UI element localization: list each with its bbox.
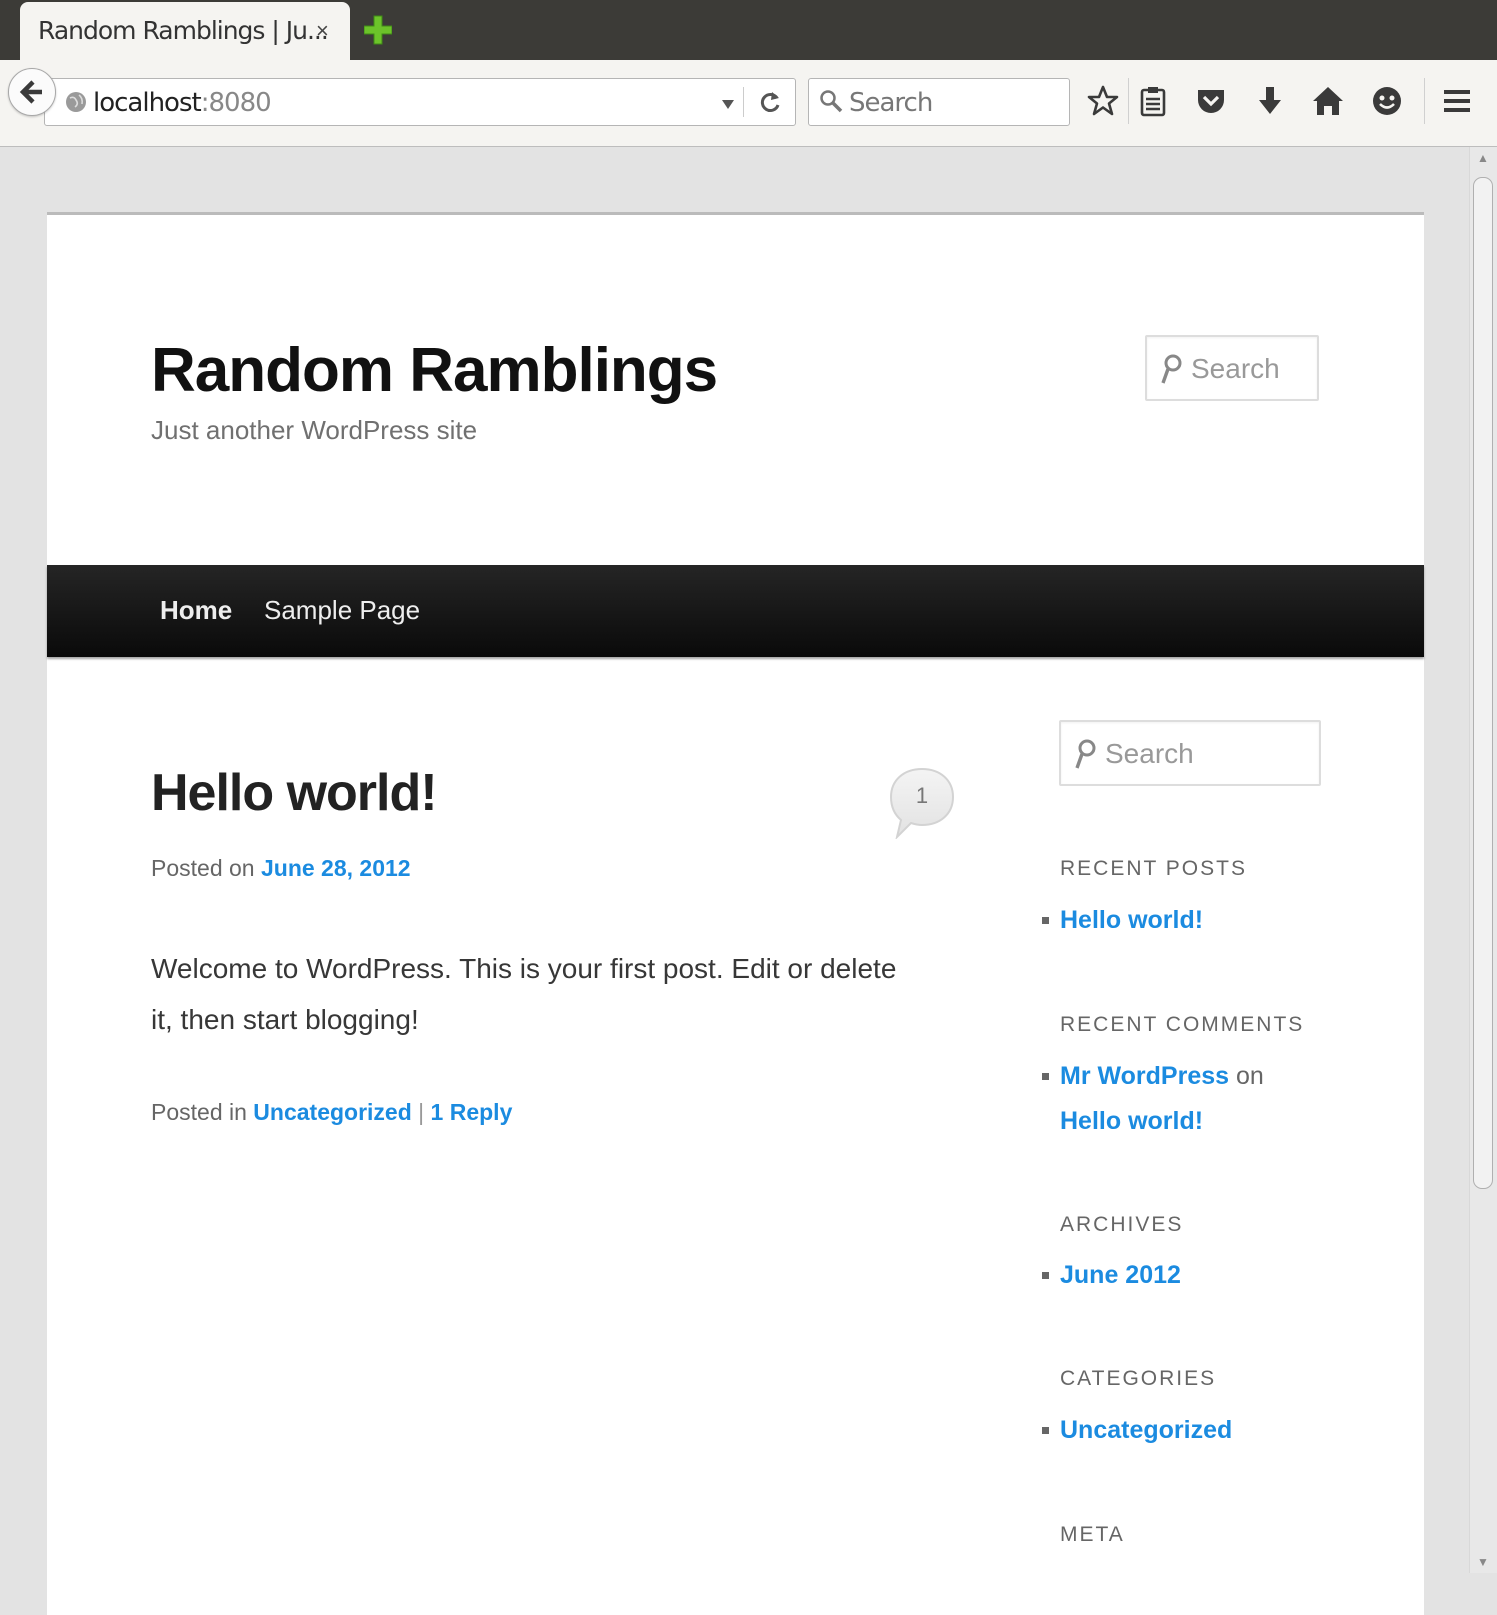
search-icon xyxy=(820,90,843,113)
sidebar-search-box xyxy=(1059,720,1321,786)
browser-tab[interactable]: Random Ramblings | Ju... × xyxy=(20,2,350,62)
posted-in-label: Posted in xyxy=(151,1099,247,1125)
widget-title-categories: CATEGORIES xyxy=(1060,1367,1217,1390)
dropdown-icon[interactable] xyxy=(721,97,735,111)
widget-title-meta: META xyxy=(1060,1523,1125,1546)
url-host: localhost xyxy=(93,88,202,118)
scroll-up-arrow-icon[interactable]: ▲ xyxy=(1477,151,1489,165)
home-icon[interactable] xyxy=(1311,84,1345,118)
tab-close-icon[interactable]: × xyxy=(316,18,329,44)
search-icon xyxy=(1161,354,1182,384)
tab-strip: Random Ramblings | Ju... × xyxy=(0,0,1497,62)
posted-on-label: Posted on xyxy=(151,855,255,881)
url-bar[interactable]: localhost:8080 xyxy=(44,78,796,126)
sidebar-search-input[interactable] xyxy=(1103,736,1277,772)
url-port: :8080 xyxy=(200,88,272,118)
site-description: Just another WordPress site xyxy=(151,415,478,445)
url-text[interactable]: localhost:8080 xyxy=(93,88,272,118)
navigation-toolbar: localhost:8080 xyxy=(0,60,1497,147)
page-viewport: Random Ramblings Just another WordPress … xyxy=(0,147,1469,1615)
nav-item-sample-page[interactable]: Sample Page xyxy=(264,595,420,626)
post-date-link[interactable]: June 28, 2012 xyxy=(261,855,411,881)
scrollbar-thumb[interactable] xyxy=(1473,177,1493,1189)
post-footer: Posted in Uncategorized | 1 Reply xyxy=(151,1099,512,1126)
main-navigation: Home Sample Page xyxy=(47,565,1424,657)
comment-author-link[interactable]: Mr WordPress xyxy=(1060,1062,1229,1090)
header-search-box xyxy=(1145,335,1363,401)
reading-list-icon[interactable] xyxy=(1136,84,1170,118)
download-icon[interactable] xyxy=(1253,84,1287,118)
nav-item-home[interactable]: Home xyxy=(160,595,232,626)
bookmark-star-icon[interactable] xyxy=(1086,84,1120,118)
recent-post-link[interactable]: Hello world! xyxy=(1060,906,1203,934)
page-container: Random Ramblings Just another WordPress … xyxy=(47,212,1424,1615)
category-link[interactable]: Uncategorized xyxy=(253,1099,411,1125)
widget-title-archives: ARCHIVES xyxy=(1060,1213,1184,1236)
list-item: Mr WordPress on Hello world! xyxy=(1042,1054,1320,1144)
comment-on-text: on xyxy=(1235,1062,1264,1090)
widget-title-recent-comments: RECENT COMMENTS xyxy=(1060,1013,1305,1036)
browser-search-input[interactable] xyxy=(847,85,1061,121)
list-item: Hello world! xyxy=(1042,898,1320,943)
hamburger-menu-icon[interactable] xyxy=(1440,84,1474,118)
search-icon xyxy=(1075,739,1096,769)
bullet xyxy=(1042,1427,1049,1434)
reply-link[interactable]: 1 Reply xyxy=(431,1099,513,1125)
pocket-icon[interactable] xyxy=(1194,84,1228,118)
bullet xyxy=(1042,1073,1049,1080)
bullet xyxy=(1042,917,1049,924)
url-bar-divider xyxy=(743,87,744,117)
smiley-icon[interactable] xyxy=(1370,84,1404,118)
sidebar-category-link[interactable]: Uncategorized xyxy=(1060,1416,1232,1444)
tab-title: Random Ramblings | Ju... xyxy=(38,16,329,45)
toolbar-divider xyxy=(1424,78,1425,124)
archive-link[interactable]: June 2012 xyxy=(1060,1261,1181,1289)
browser-search-bar xyxy=(808,78,1070,126)
new-tab-icon[interactable] xyxy=(364,14,392,46)
widget-title-recent-posts: RECENT POSTS xyxy=(1060,857,1247,880)
post-content: Welcome to WordPress. This is your first… xyxy=(151,953,897,1035)
list-item: Uncategorized xyxy=(1042,1408,1320,1453)
list-item: June 2012 xyxy=(1042,1253,1320,1298)
reload-icon[interactable] xyxy=(757,89,783,115)
footer-separator: | xyxy=(418,1099,425,1125)
comment-bubble-icon[interactable] xyxy=(889,767,955,839)
header-search-input[interactable] xyxy=(1189,351,1363,387)
back-arrow-icon xyxy=(19,80,42,104)
toolbar-divider xyxy=(1128,78,1129,124)
scroll-down-arrow-icon[interactable]: ▼ xyxy=(1477,1555,1489,1569)
vertical-scrollbar[interactable]: ▲ ▼ xyxy=(1469,147,1497,1573)
site-title[interactable]: Random Ramblings xyxy=(151,335,718,406)
post-meta: Posted on June 28, 2012 xyxy=(151,855,411,882)
comment-post-link[interactable]: Hello world! xyxy=(1060,1107,1203,1135)
back-button[interactable] xyxy=(8,68,56,116)
globe-icon xyxy=(66,92,86,112)
bullet xyxy=(1042,1272,1049,1279)
post-title[interactable]: Hello world! xyxy=(151,763,438,823)
